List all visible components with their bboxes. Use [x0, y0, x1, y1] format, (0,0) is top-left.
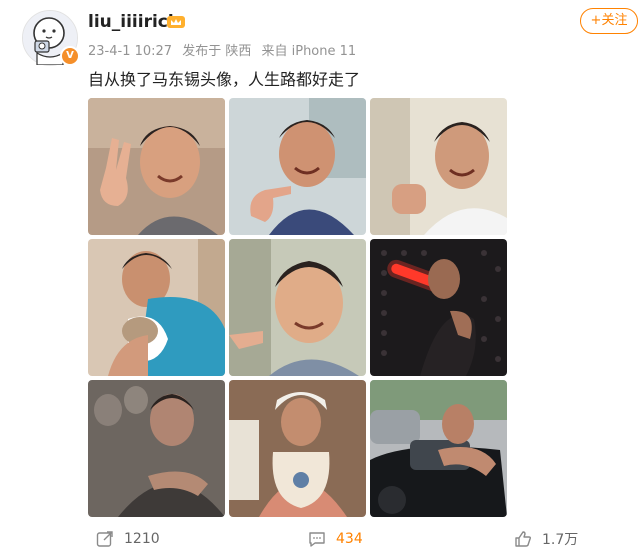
photo-6[interactable]	[370, 239, 507, 376]
photo-grid	[88, 98, 507, 518]
repost-count: 1210	[124, 531, 160, 547]
like-button[interactable]: 1.7万	[514, 524, 578, 554]
repost-icon	[96, 531, 113, 547]
photo-3[interactable]	[370, 98, 507, 235]
action-bar: 1210 434 1.7万	[0, 524, 640, 554]
verified-badge: V	[60, 46, 80, 66]
post-location: 发布于 陕西	[182, 44, 252, 59]
post-device: 来自 iPhone 11	[261, 44, 357, 59]
comment-button[interactable]: 434	[308, 524, 363, 554]
thumbs-up-icon	[515, 531, 532, 547]
photo-1[interactable]	[88, 98, 225, 235]
photo-7[interactable]	[88, 380, 225, 517]
crown-icon	[167, 16, 185, 28]
comment-count: 434	[336, 531, 363, 547]
photo-2[interactable]	[229, 98, 366, 235]
photo-4[interactable]	[88, 239, 225, 376]
post-timestamp: 23-4-1 10:27	[88, 44, 173, 59]
comment-icon	[309, 532, 325, 547]
post-text: 自从换了马东锡头像，人生路都好走了	[88, 70, 361, 89]
follow-button[interactable]: +关注	[580, 8, 638, 34]
photo-8[interactable]	[229, 380, 366, 517]
photo-5[interactable]	[229, 239, 366, 376]
repost-button[interactable]: 1210	[96, 524, 160, 554]
post-meta: 23-4-1 10:27 发布于 陕西 来自 iPhone 11	[88, 40, 362, 59]
photo-9[interactable]	[370, 380, 507, 517]
like-count: 1.7万	[542, 532, 579, 548]
